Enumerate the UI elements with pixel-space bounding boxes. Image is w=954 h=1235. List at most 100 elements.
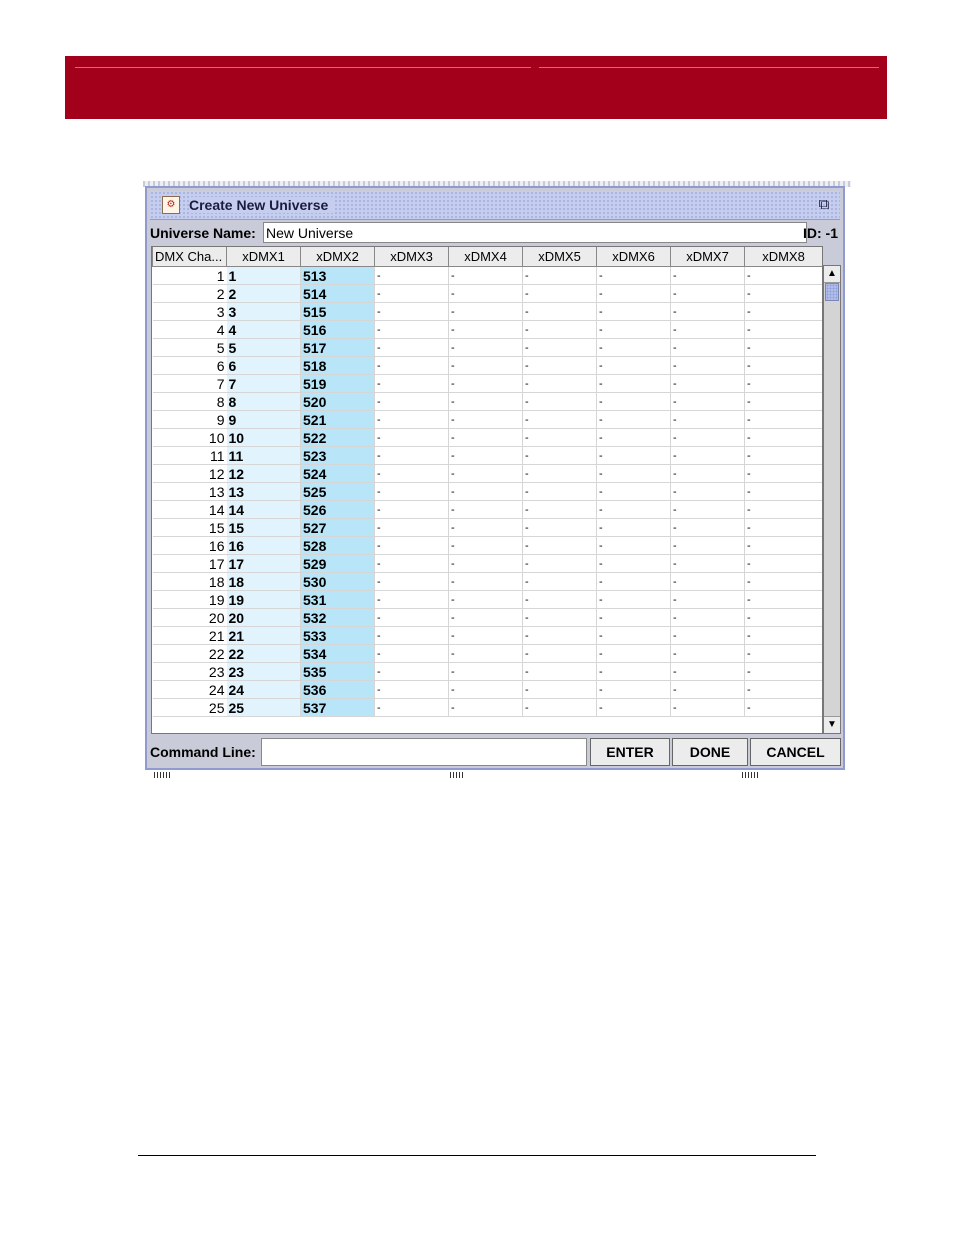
dialog-titlebar[interactable]: ⚙ Create New Universe ⧉ [150, 191, 840, 220]
xdmx7-cell[interactable]: - [670, 536, 745, 555]
xdmx5-cell[interactable]: - [522, 518, 597, 537]
xdmx4-cell[interactable]: - [448, 392, 523, 411]
xdmx2-cell[interactable]: 516 [300, 320, 375, 339]
vertical-scrollbar[interactable]: ▲ ▼ [823, 265, 841, 734]
xdmx5-cell[interactable]: - [522, 500, 597, 519]
xdmx3-cell[interactable]: - [374, 266, 449, 285]
xdmx2-cell[interactable]: 520 [300, 392, 375, 411]
xdmx2-cell[interactable]: 525 [300, 482, 375, 501]
xdmx7-cell[interactable]: - [670, 356, 745, 375]
xdmx1-cell[interactable]: 11 [226, 446, 301, 465]
dmx-channel-cell[interactable]: 3 [152, 302, 227, 321]
table-row[interactable]: 4 4 516- - - - - - [152, 320, 822, 339]
xdmx1-cell[interactable]: 16 [226, 536, 301, 555]
xdmx6-cell[interactable]: - [596, 626, 671, 645]
enter-button[interactable]: ENTER [590, 738, 670, 766]
xdmx3-cell[interactable]: - [374, 554, 449, 573]
xdmx2-cell[interactable]: 530 [300, 572, 375, 591]
xdmx7-cell[interactable]: - [670, 464, 745, 483]
xdmx4-cell[interactable]: - [448, 338, 523, 357]
xdmx7-cell[interactable]: - [670, 302, 745, 321]
xdmx7-cell[interactable]: - [670, 626, 745, 645]
xdmx3-cell[interactable]: - [374, 680, 449, 699]
dmx-channel-cell[interactable]: 4 [152, 320, 227, 339]
column-header[interactable]: DMX Cha... [152, 247, 227, 267]
xdmx7-cell[interactable]: - [670, 644, 745, 663]
dmx-channel-cell[interactable]: 5 [152, 338, 227, 357]
table-row[interactable]: 25 25 537- - - - - - [152, 698, 822, 717]
xdmx6-cell[interactable]: - [596, 320, 671, 339]
xdmx8-cell[interactable]: - [744, 374, 822, 393]
table-row[interactable]: 24 24 536- - - - - - [152, 680, 822, 699]
xdmx1-cell[interactable]: 4 [226, 320, 301, 339]
dmx-channel-cell[interactable]: 16 [152, 536, 227, 555]
xdmx6-cell[interactable]: - [596, 536, 671, 555]
table-row[interactable]: 21 21 533- - - - - - [152, 626, 822, 645]
xdmx4-cell[interactable]: - [448, 554, 523, 573]
xdmx5-cell[interactable]: - [522, 446, 597, 465]
xdmx3-cell[interactable]: - [374, 536, 449, 555]
xdmx2-cell[interactable]: 534 [300, 644, 375, 663]
xdmx4-cell[interactable]: - [448, 356, 523, 375]
xdmx2-cell[interactable]: 532 [300, 608, 375, 627]
xdmx1-cell[interactable]: 20 [226, 608, 301, 627]
table-row[interactable]: 17 17 529- - - - - - [152, 554, 822, 573]
dmx-channel-cell[interactable]: 7 [152, 374, 227, 393]
xdmx3-cell[interactable]: - [374, 428, 449, 447]
xdmx6-cell[interactable]: - [596, 428, 671, 447]
table-row[interactable]: 8 8 520- - - - - - [152, 392, 822, 411]
xdmx3-cell[interactable]: - [374, 698, 449, 717]
xdmx6-cell[interactable]: - [596, 662, 671, 681]
maximize-icon[interactable]: ⧉ [816, 197, 832, 213]
xdmx5-cell[interactable]: - [522, 680, 597, 699]
xdmx7-cell[interactable]: - [670, 320, 745, 339]
xdmx1-cell[interactable]: 7 [226, 374, 301, 393]
xdmx6-cell[interactable]: - [596, 608, 671, 627]
xdmx5-cell[interactable]: - [522, 536, 597, 555]
xdmx8-cell[interactable]: - [744, 644, 822, 663]
xdmx3-cell[interactable]: - [374, 374, 449, 393]
table-row[interactable]: 22 22 534- - - - - - [152, 644, 822, 663]
xdmx3-cell[interactable]: - [374, 590, 449, 609]
xdmx3-cell[interactable]: - [374, 662, 449, 681]
table-row[interactable]: 10 10 522- - - - - - [152, 428, 822, 447]
xdmx7-cell[interactable]: - [670, 284, 745, 303]
xdmx1-cell[interactable]: 21 [226, 626, 301, 645]
xdmx5-cell[interactable]: - [522, 464, 597, 483]
xdmx2-cell[interactable]: 524 [300, 464, 375, 483]
xdmx3-cell[interactable]: - [374, 284, 449, 303]
column-header[interactable]: xDMX1 [226, 247, 301, 267]
xdmx4-cell[interactable]: - [448, 266, 523, 285]
xdmx3-cell[interactable]: - [374, 572, 449, 591]
column-header[interactable]: xDMX4 [448, 247, 523, 267]
xdmx4-cell[interactable]: - [448, 446, 523, 465]
dmx-channel-cell[interactable]: 12 [152, 464, 227, 483]
dmx-channel-cell[interactable]: 17 [152, 554, 227, 573]
xdmx4-cell[interactable]: - [448, 302, 523, 321]
command-line-input[interactable] [261, 738, 587, 766]
xdmx3-cell[interactable]: - [374, 302, 449, 321]
xdmx8-cell[interactable]: - [744, 266, 822, 285]
xdmx7-cell[interactable]: - [670, 374, 745, 393]
xdmx5-cell[interactable]: - [522, 428, 597, 447]
column-header[interactable]: xDMX6 [596, 247, 671, 267]
xdmx6-cell[interactable]: - [596, 554, 671, 573]
dmx-channel-cell[interactable]: 9 [152, 410, 227, 429]
xdmx8-cell[interactable]: - [744, 680, 822, 699]
xdmx4-cell[interactable]: - [448, 572, 523, 591]
dmx-channel-cell[interactable]: 19 [152, 590, 227, 609]
dmx-channel-cell[interactable]: 21 [152, 626, 227, 645]
xdmx8-cell[interactable]: - [744, 536, 822, 555]
xdmx8-cell[interactable]: - [744, 518, 822, 537]
xdmx5-cell[interactable]: - [522, 374, 597, 393]
xdmx5-cell[interactable]: - [522, 266, 597, 285]
xdmx7-cell[interactable]: - [670, 338, 745, 357]
xdmx2-cell[interactable]: 514 [300, 284, 375, 303]
xdmx6-cell[interactable]: - [596, 590, 671, 609]
universe-name-input[interactable] [263, 222, 807, 243]
xdmx8-cell[interactable]: - [744, 590, 822, 609]
table-row[interactable]: 18 18 530- - - - - - [152, 572, 822, 591]
dmx-channel-cell[interactable]: 10 [152, 428, 227, 447]
xdmx1-cell[interactable]: 8 [226, 392, 301, 411]
table-row[interactable]: 13 13 525- - - - - - [152, 482, 822, 501]
